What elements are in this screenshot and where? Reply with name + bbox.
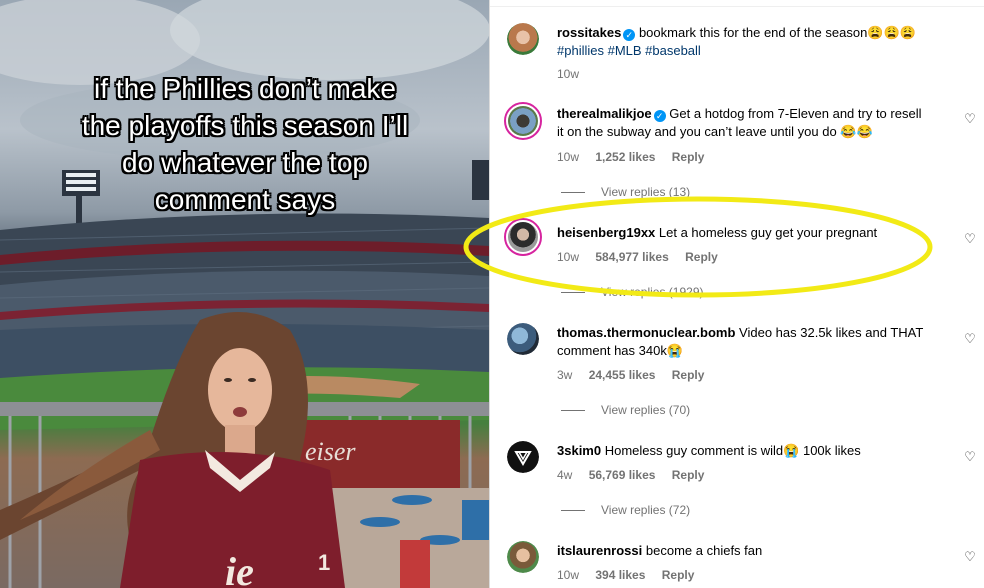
caption-line: the playoffs this season I’ll: [81, 110, 409, 141]
avatar-image: [508, 222, 538, 252]
video-caption: if the Phillies don’t make the playoffs …: [40, 70, 450, 218]
view-replies-button[interactable]: View replies (13): [561, 184, 690, 200]
comment-text: it on the subway and you can’t leave unt…: [557, 124, 873, 139]
sign-text: eiser: [305, 437, 356, 466]
caption-line: if the Phillies don’t make: [94, 73, 396, 104]
avatar-image: [508, 106, 538, 136]
username[interactable]: rossitakes: [557, 25, 621, 40]
timestamp[interactable]: 10w: [557, 150, 579, 164]
comment-text: Video has 32.5k likes and THAT: [739, 325, 924, 340]
like-count[interactable]: 1,252 likes: [595, 150, 655, 164]
username[interactable]: heisenberg19xx: [557, 225, 655, 240]
avatar-image: [507, 323, 539, 355]
timestamp[interactable]: 10w: [557, 250, 579, 264]
comment-text: become a chiefs fan: [645, 543, 763, 558]
avatar[interactable]: [507, 323, 539, 355]
view-replies-button[interactable]: View replies (72): [561, 502, 690, 518]
view-replies-button[interactable]: View replies (1929): [561, 284, 704, 300]
avatar-image: [507, 541, 539, 573]
timestamp[interactable]: 10w: [557, 67, 579, 81]
view-replies-label: View replies (70): [601, 403, 691, 417]
reply-button[interactable]: Reply: [672, 150, 705, 164]
jersey-number: 1: [318, 550, 330, 575]
avatar[interactable]: [504, 218, 542, 256]
comment-text: Homeless guy comment is wild😭 100k likes: [604, 443, 861, 458]
reply-button[interactable]: Reply: [662, 568, 695, 582]
comment-text: Let a homeless guy get your pregnant: [658, 225, 878, 240]
heart-icon[interactable]: ♡: [963, 112, 977, 126]
view-replies-button[interactable]: View replies (70): [561, 402, 690, 418]
view-replies-label: View replies (72): [601, 503, 691, 517]
comment-text: Get a hotdog from 7-Eleven and try to re…: [669, 106, 922, 121]
reply-button[interactable]: Reply: [672, 468, 705, 482]
verified-badge-icon: ✓: [623, 29, 636, 41]
view-replies-label: View replies (13): [601, 185, 691, 199]
username[interactable]: itslaurenrossi: [557, 543, 642, 558]
avatar[interactable]: [507, 23, 539, 55]
reply-button[interactable]: Reply: [685, 250, 718, 264]
comments-panel: rossitakes ✓ bookmark this for the end of…: [489, 0, 984, 588]
timestamp[interactable]: 10w: [557, 568, 579, 582]
heart-icon[interactable]: ♡: [963, 450, 977, 464]
heart-icon[interactable]: ♡: [963, 332, 977, 346]
caption-line: comment says: [154, 184, 336, 215]
like-count[interactable]: 394 likes: [595, 568, 645, 582]
jersey-text: ie: [225, 549, 254, 588]
comment-text: comment has 340k😭: [557, 343, 684, 358]
brand-logo-icon: [514, 451, 532, 466]
avatar-image: [507, 441, 539, 473]
heart-icon[interactable]: ♡: [963, 550, 977, 564]
timestamp[interactable]: 3w: [557, 368, 572, 382]
avatar[interactable]: [507, 541, 539, 573]
username[interactable]: thomas.thermonuclear.bomb: [557, 325, 735, 340]
avatar[interactable]: [507, 441, 539, 473]
heart-icon[interactable]: ♡: [963, 232, 977, 246]
divider: [561, 192, 585, 194]
avatar[interactable]: [504, 102, 542, 140]
avatar-image: [507, 23, 539, 55]
caption-line: do whatever the top: [122, 147, 368, 178]
view-replies-label: View replies (1929): [601, 285, 704, 299]
divider: [490, 6, 984, 7]
like-count[interactable]: 584,977 likes: [595, 250, 668, 264]
like-count[interactable]: 24,455 likes: [589, 368, 656, 382]
divider: [561, 510, 585, 512]
username[interactable]: therealmalikjoe: [557, 106, 652, 121]
like-count[interactable]: 56,769 likes: [589, 468, 656, 482]
verified-badge-icon: ✓: [653, 110, 666, 122]
divider: [561, 410, 585, 412]
divider: [561, 292, 585, 294]
reply-button[interactable]: Reply: [672, 368, 705, 382]
post-video[interactable]: eiser ie 1 if the Phillies don’t make th…: [0, 0, 489, 588]
hashtags[interactable]: #phillies #MLB #baseball: [557, 43, 701, 58]
timestamp[interactable]: 4w: [557, 468, 572, 482]
post-text: bookmark this for the end of the season😩…: [638, 25, 916, 40]
username[interactable]: 3skim0: [557, 443, 601, 458]
